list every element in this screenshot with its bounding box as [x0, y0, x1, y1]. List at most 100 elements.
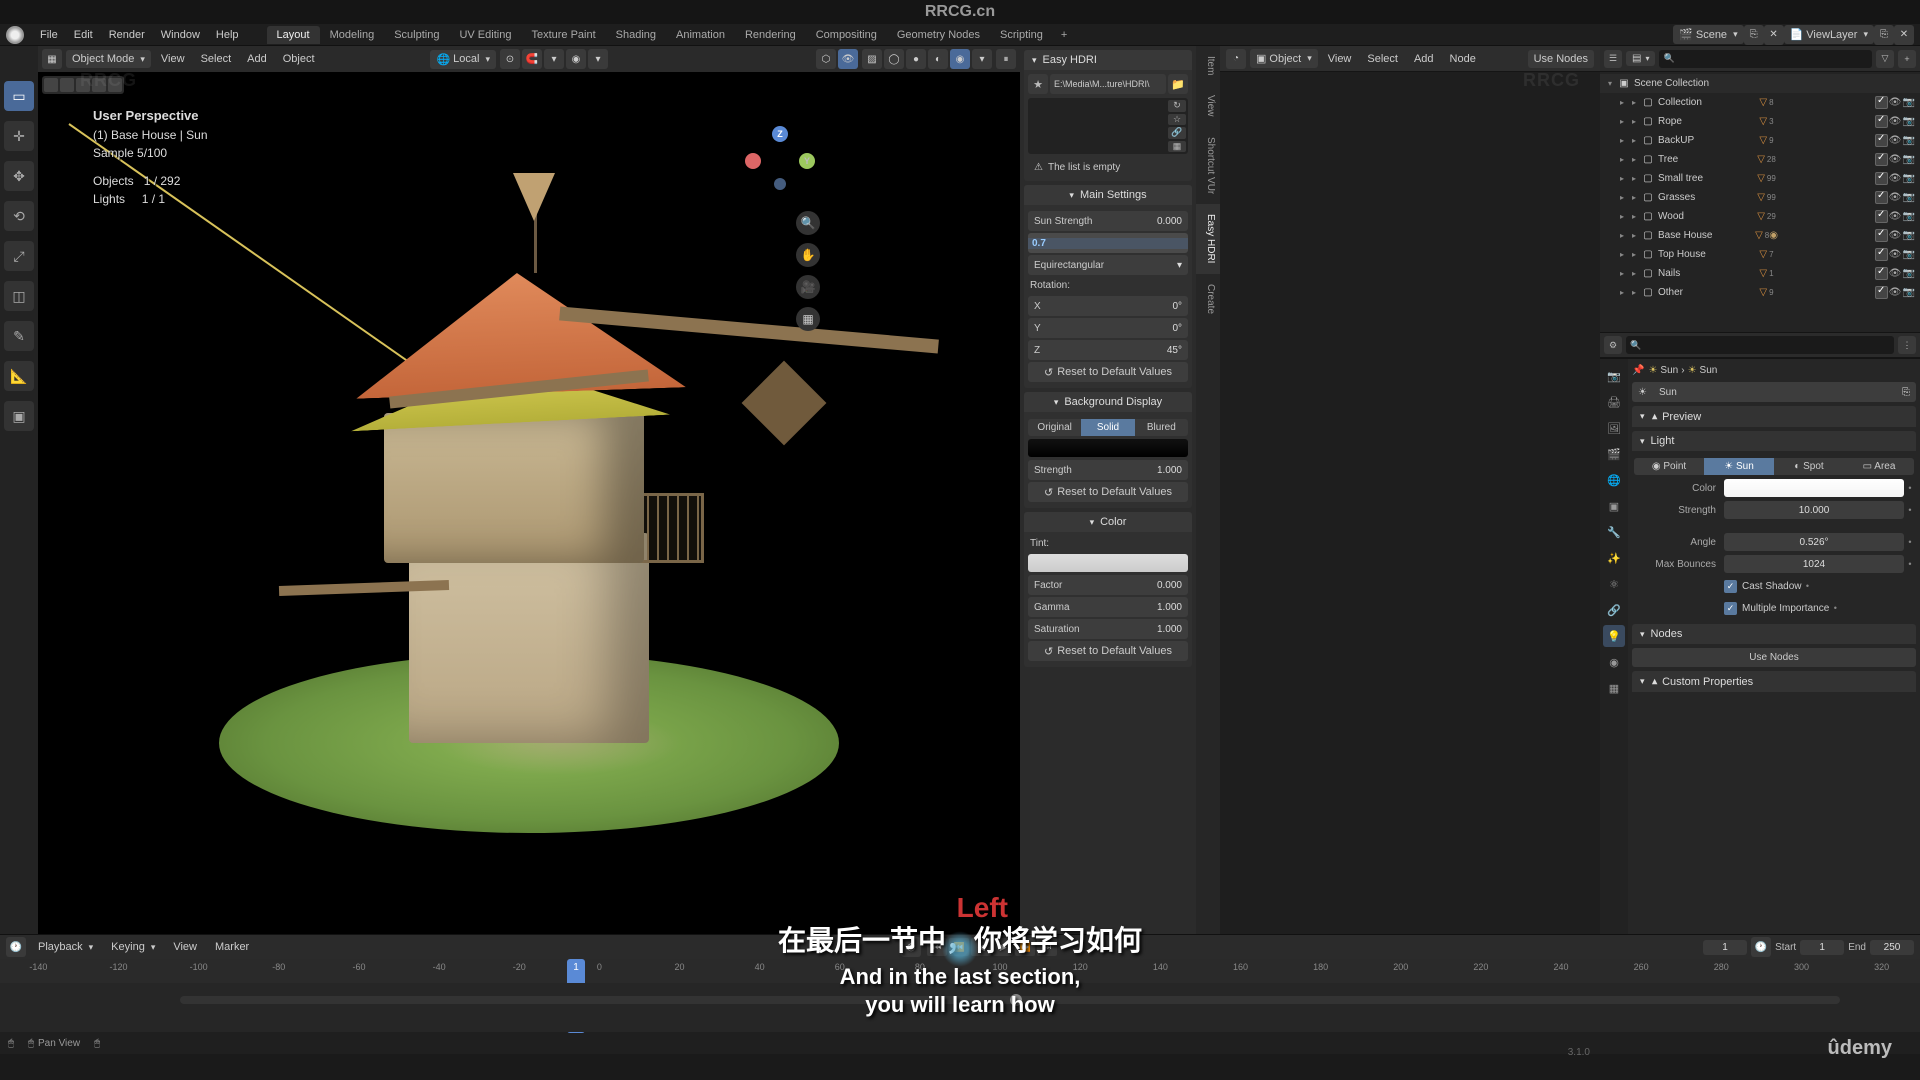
- viewlayer-new-icon[interactable]: ⎘: [1874, 25, 1894, 45]
- ptab-viewlayer[interactable]: 🖼: [1603, 417, 1625, 439]
- outliner-item-grasses[interactable]: ▸▸ ▢ Grasses ▽99 👁📷: [1600, 188, 1920, 207]
- ptab-modifiers[interactable]: 🔧: [1603, 521, 1625, 543]
- light-strength-val[interactable]: 10.000: [1724, 501, 1904, 519]
- folder-icon[interactable]: 📁: [1168, 74, 1188, 94]
- ws-anim[interactable]: Animation: [666, 26, 735, 44]
- ntab-view[interactable]: View: [1196, 85, 1220, 127]
- proportional-type-icon[interactable]: ▾: [588, 49, 608, 69]
- ws-render[interactable]: Rendering: [735, 26, 806, 44]
- cast-shadow-check[interactable]: ✓Cast Shadow: [1724, 580, 1801, 593]
- zoom-icon[interactable]: 🔍: [796, 211, 820, 235]
- orientation-selector[interactable]: 🌐 Local: [430, 50, 496, 69]
- gizmo-y-axis[interactable]: Y: [799, 153, 815, 169]
- gamma-row[interactable]: Gamma1.000: [1028, 597, 1188, 617]
- menu-window[interactable]: Window: [153, 26, 208, 44]
- sec-object-drop[interactable]: ▣ Object: [1250, 49, 1318, 68]
- 3d-viewport[interactable]: ▦ Object Mode View Select Add Object 🌐 L…: [38, 46, 1020, 934]
- tool-move[interactable]: ✥: [4, 161, 34, 191]
- ntab-item[interactable]: Item: [1196, 46, 1220, 85]
- vp-menu-object[interactable]: Object: [277, 50, 321, 68]
- pill-1[interactable]: [44, 78, 58, 92]
- pan-icon[interactable]: ✋: [796, 243, 820, 267]
- outliner-item-other[interactable]: ▸▸ ▢ Other ▽9 👁📷: [1600, 283, 1920, 302]
- sec-select[interactable]: Select: [1361, 50, 1404, 68]
- editor-type-icon[interactable]: ▦: [42, 49, 62, 69]
- sec-add[interactable]: Add: [1408, 50, 1440, 68]
- outliner-mode[interactable]: ▤: [1626, 51, 1655, 66]
- outliner-item-top-house[interactable]: ▸▸ ▢ Top House ▽7 👁📷: [1600, 245, 1920, 264]
- sec-view[interactable]: View: [1322, 50, 1358, 68]
- hdri-path[interactable]: E:\Media\M...ture\HDRI\: [1050, 74, 1166, 94]
- ntab-shortcut[interactable]: Shortcut VUr: [1196, 127, 1220, 204]
- outliner[interactable]: ▾▣ Scene Collection ▸▸ ▢ Collection ▽8 👁…: [1600, 72, 1920, 332]
- value-input-row[interactable]: [1028, 233, 1188, 253]
- ptab-render[interactable]: 📷: [1603, 365, 1625, 387]
- easy-hdri-header[interactable]: Easy HDRI: [1024, 50, 1192, 70]
- ptab-constraints[interactable]: 🔗: [1603, 599, 1625, 621]
- tool-measure[interactable]: 📐: [4, 361, 34, 391]
- color-header[interactable]: Color: [1024, 512, 1192, 532]
- projection-row[interactable]: Equirectangular ▾: [1028, 255, 1188, 275]
- saturation-row[interactable]: Saturation1.000: [1028, 619, 1188, 639]
- ntab-easyhdri[interactable]: Easy HDRI: [1196, 204, 1220, 273]
- ptab-physics[interactable]: ⚛: [1603, 573, 1625, 595]
- tint-swatch[interactable]: [1028, 554, 1188, 572]
- nodes-header[interactable]: Nodes: [1632, 624, 1916, 644]
- ptab-output[interactable]: 🖨: [1603, 391, 1625, 413]
- gizmo-toggle-icon[interactable]: ⬡: [816, 49, 836, 69]
- scene-new-icon[interactable]: ⎘: [1744, 25, 1764, 45]
- gizmo-neg-z[interactable]: [774, 178, 786, 190]
- ws-script[interactable]: Scripting: [990, 26, 1053, 44]
- light-area-btn[interactable]: ▭ Area: [1844, 458, 1914, 475]
- matprev-shading-icon[interactable]: ◐: [928, 49, 948, 69]
- ws-texpaint[interactable]: Texture Paint: [521, 26, 605, 44]
- vp-menu-add[interactable]: Add: [241, 50, 273, 68]
- tool-select-box[interactable]: ▭: [4, 81, 34, 111]
- menu-render[interactable]: Render: [101, 26, 153, 44]
- camera-view-icon[interactable]: 🎥: [796, 275, 820, 299]
- mode-selector[interactable]: Object Mode: [66, 50, 151, 68]
- datablock-name-row[interactable]: ☀ Sun ⎘: [1632, 382, 1916, 402]
- tool-annotate[interactable]: ✎: [4, 321, 34, 351]
- viewlayer-selector[interactable]: 📄 ViewLayer: [1784, 25, 1874, 44]
- props-options-icon[interactable]: ⋮: [1898, 336, 1916, 354]
- pin-icon[interactable]: 📌: [1632, 365, 1644, 376]
- wire-shading-icon[interactable]: ◯: [884, 49, 904, 69]
- snap-toggle-icon[interactable]: 🧲: [522, 49, 542, 69]
- sun-strength-row[interactable]: Sun Strength 0.000: [1028, 211, 1188, 231]
- bg-color-swatch[interactable]: [1028, 439, 1188, 457]
- ws-modeling[interactable]: Modeling: [320, 26, 385, 44]
- end-frame[interactable]: 250: [1870, 940, 1914, 955]
- ws-sculpting[interactable]: Sculpting: [384, 26, 449, 44]
- viewlayer-del-icon[interactable]: ✕: [1894, 25, 1914, 45]
- ptab-world[interactable]: 🌐: [1603, 469, 1625, 491]
- snap-type-icon[interactable]: ▾: [544, 49, 564, 69]
- light-sun-btn[interactable]: ☀ Sun: [1704, 458, 1774, 475]
- menu-help[interactable]: Help: [208, 26, 247, 44]
- rot-y-row[interactable]: Y0°: [1028, 318, 1188, 338]
- outliner-item-rope[interactable]: ▸▸ ▢ Rope ▽3 👁📷: [1600, 112, 1920, 131]
- grid-icon[interactable]: ▦: [1168, 141, 1186, 153]
- reset-bg-btn[interactable]: ↺ Reset to Default Values: [1028, 482, 1188, 502]
- vp-menu-select[interactable]: Select: [195, 50, 238, 68]
- sec-node[interactable]: Node: [1444, 50, 1482, 68]
- gizmo-x-axis[interactable]: [745, 153, 761, 169]
- bg-original-btn[interactable]: Original: [1028, 419, 1081, 436]
- props-editor-icon[interactable]: ⚙: [1604, 336, 1622, 354]
- outliner-search[interactable]: [1659, 50, 1872, 68]
- pill-2[interactable]: [60, 78, 74, 92]
- pause-render-icon[interactable]: ⏸: [996, 49, 1016, 69]
- props-search[interactable]: [1626, 336, 1894, 354]
- menu-file[interactable]: File: [32, 26, 66, 44]
- outliner-root[interactable]: ▾▣ Scene Collection: [1600, 74, 1920, 93]
- custom-props-header[interactable]: ▸ Custom Properties: [1632, 671, 1916, 692]
- outliner-editor-icon[interactable]: ☰: [1604, 50, 1622, 68]
- outliner-item-collection[interactable]: ▸▸ ▢ Collection ▽8 👁📷: [1600, 93, 1920, 112]
- ptab-particles[interactable]: ✨: [1603, 547, 1625, 569]
- xray-icon[interactable]: ▨: [862, 49, 882, 69]
- outliner-item-tree[interactable]: ▸▸ ▢ Tree ▽28 👁📷: [1600, 150, 1920, 169]
- tool-scale[interactable]: ⤢: [4, 241, 34, 271]
- tool-add[interactable]: ▣: [4, 401, 34, 431]
- sec-editor-icon[interactable]: ◔: [1226, 49, 1246, 69]
- light-angle-val[interactable]: 0.526°: [1724, 533, 1904, 551]
